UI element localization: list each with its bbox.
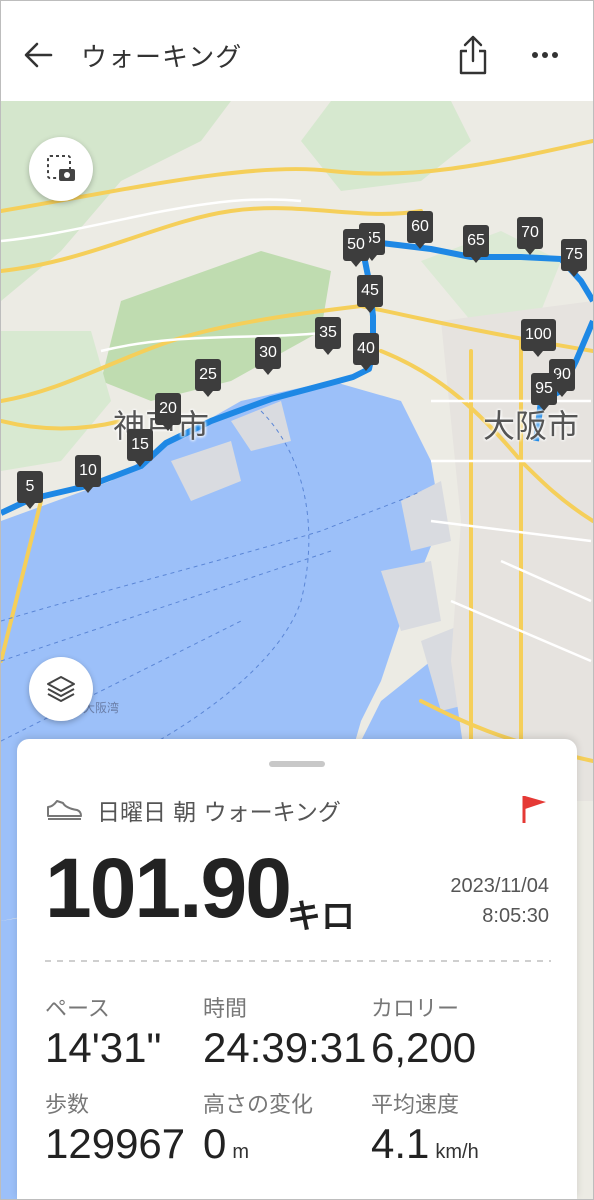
- back-button[interactable]: [21, 37, 61, 73]
- km-marker[interactable]: 10: [75, 455, 101, 493]
- back-arrow-icon: [24, 42, 53, 68]
- share-icon: [459, 35, 487, 75]
- speed-label: 平均速度: [371, 1093, 460, 1118]
- calories-value: 6,200: [371, 1024, 477, 1071]
- km-marker[interactable]: 45: [357, 275, 383, 313]
- distance-value: 101.90: [45, 841, 292, 935]
- drag-handle[interactable]: [269, 761, 325, 767]
- km-marker[interactable]: 60: [407, 211, 433, 249]
- steps-label: 歩数: [45, 1093, 90, 1118]
- app-bar: ウォーキング: [1, 1, 593, 101]
- flag-icon[interactable]: [519, 793, 549, 825]
- duration-value: 24:39:31: [203, 1024, 367, 1071]
- layers-icon: [47, 676, 75, 702]
- city-label-osaka: 大阪市: [483, 407, 580, 445]
- elevation-stat: 0m: [203, 1121, 249, 1175]
- activity-summary-card[interactable]: 日曜日 朝 ウォーキング 101.90 キロ 2023/11/04 8:05:3…: [17, 739, 577, 1199]
- elevation-label: 高さの変化: [203, 1093, 314, 1118]
- km-marker[interactable]: 25: [195, 359, 221, 397]
- km-marker[interactable]: 40: [353, 333, 379, 371]
- km-marker[interactable]: 15: [127, 429, 153, 467]
- activity-name: 日曜日 朝 ウォーキング: [97, 800, 341, 826]
- km-marker[interactable]: 35: [315, 317, 341, 355]
- km-marker[interactable]: 5: [17, 471, 43, 509]
- distance-unit: キロ: [287, 897, 355, 937]
- speed-stat: 4.1 km/h: [371, 1121, 479, 1175]
- layers-button[interactable]: [29, 657, 93, 721]
- more-options-button[interactable]: [525, 37, 565, 73]
- divider: [45, 960, 551, 962]
- elevation-unit: m: [232, 1141, 250, 1163]
- elevation-value: 0: [203, 1120, 227, 1167]
- pace-label: ペース: [45, 997, 110, 1022]
- km-marker[interactable]: 95: [531, 373, 557, 411]
- km-marker[interactable]: 50: [343, 229, 369, 267]
- share-button[interactable]: [453, 31, 493, 79]
- calories-label: カロリー: [371, 997, 460, 1022]
- km-marker[interactable]: 20: [155, 393, 181, 431]
- more-icon: [532, 52, 558, 58]
- screenshot-button[interactable]: [29, 137, 93, 201]
- shoe-icon: [47, 800, 82, 820]
- page-title: ウォーキング: [81, 43, 243, 73]
- km-marker[interactable]: 70: [517, 217, 543, 255]
- steps-value: 129967: [45, 1120, 186, 1167]
- duration-label: 時間: [203, 997, 248, 1022]
- km-marker[interactable]: 30: [255, 337, 281, 375]
- activity-date: 2023/11/04: [450, 875, 549, 897]
- km-marker[interactable]: 75: [561, 239, 587, 277]
- pace-value: 14'31": [45, 1024, 162, 1071]
- km-marker[interactable]: 65: [463, 225, 489, 263]
- speed-value: 4.1: [371, 1120, 430, 1167]
- km-marker[interactable]: 100: [521, 319, 556, 357]
- screenshot-icon: [47, 155, 75, 181]
- speed-unit: km/h: [435, 1141, 479, 1163]
- screen: 神戸市 大阪市 大阪湾 5 10 15 20 25 30 35 40 45 55…: [0, 0, 594, 1200]
- activity-time: 8:05:30: [482, 905, 549, 927]
